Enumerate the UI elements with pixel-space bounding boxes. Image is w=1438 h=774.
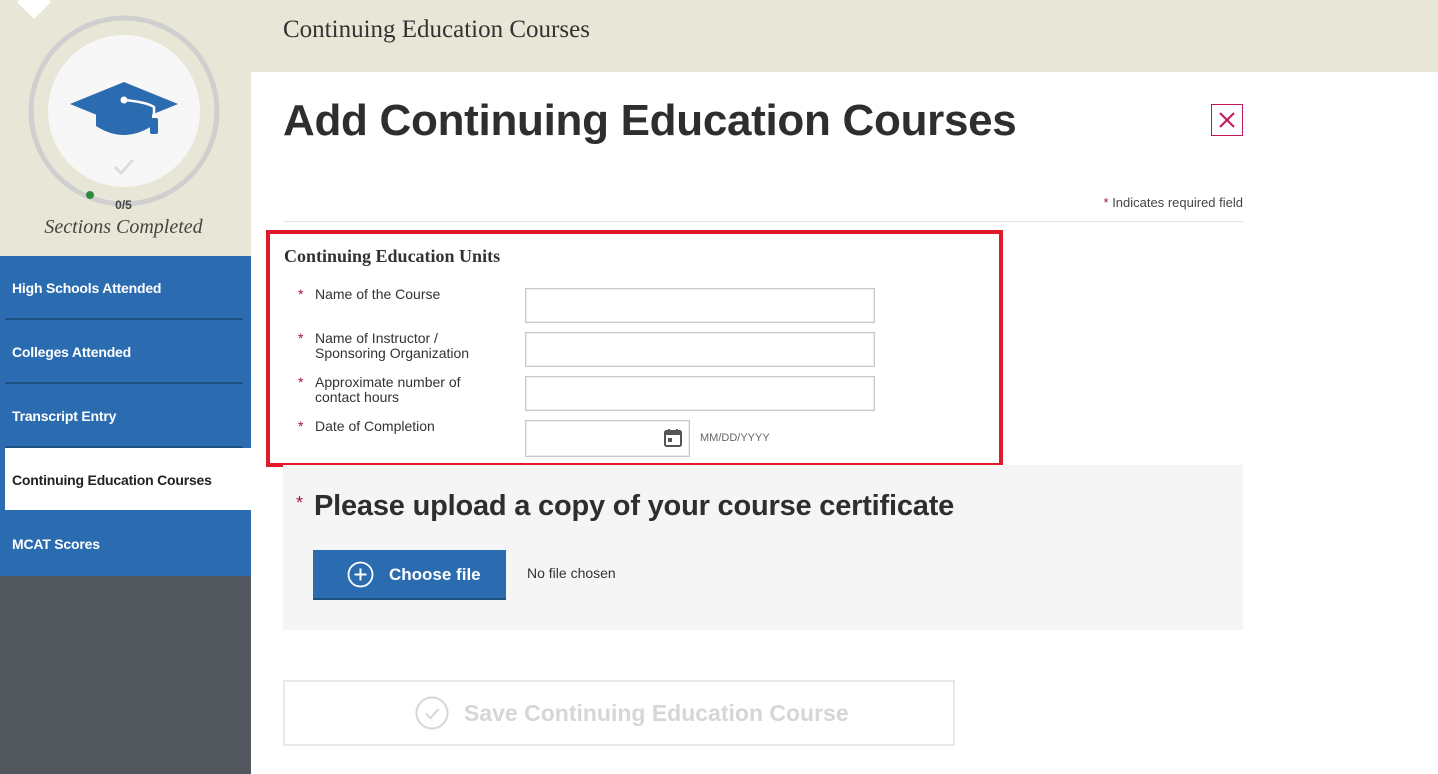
required-marker: * <box>296 493 304 513</box>
course-name-input[interactable] <box>525 288 875 323</box>
file-status: No file chosen <box>527 565 616 581</box>
sidebar-item-label: MCAT Scores <box>12 536 100 552</box>
page-title: Add Continuing Education Courses <box>283 96 1017 145</box>
completion-date-label: * Date of Completion <box>298 419 435 434</box>
required-marker: * <box>1103 195 1109 210</box>
progress-panel: 0/5 Sections Completed <box>0 0 251 256</box>
required-marker: * <box>298 330 304 346</box>
close-button[interactable] <box>1211 104 1243 136</box>
sidebar-item-label: Transcript Entry <box>12 408 117 424</box>
upload-title: Please upload a copy of your course cert… <box>314 490 955 522</box>
instructor-input[interactable] <box>525 332 875 367</box>
required-marker: * <box>298 418 304 434</box>
sidebar-item-colleges[interactable]: Colleges Attended <box>0 320 251 384</box>
progress-label: Sections Completed <box>44 216 203 238</box>
section-nav: High Schools Attended Colleges Attended … <box>0 256 251 576</box>
graduation-cap-icon <box>70 82 178 135</box>
required-marker: * <box>298 374 304 390</box>
label-text: Approximate number of contact hours <box>315 375 461 405</box>
check-circle-icon <box>415 696 449 730</box>
sidebar-item-high-schools[interactable]: High Schools Attended <box>0 256 251 320</box>
section-title: Continuing Education Units <box>284 246 501 266</box>
sidebar-item-mcat-scores[interactable]: MCAT Scores <box>0 512 251 576</box>
plus-circle-icon <box>347 561 374 588</box>
required-field-note: * Indicates required field <box>1104 195 1244 210</box>
sidebar: 0/5 Sections Completed High Schools Atte… <box>0 0 251 774</box>
label-line: Approximate number of <box>315 374 461 390</box>
save-button-label: Save Continuing Education Course <box>464 700 849 726</box>
label-line: contact hours <box>315 389 400 405</box>
choose-file-button[interactable]: Choose file <box>313 550 506 600</box>
course-name-label: * Name of the Course <box>298 287 440 302</box>
save-button[interactable]: Save Continuing Education Course <box>283 680 955 746</box>
sidebar-item-label: Continuing Education Courses <box>12 472 212 488</box>
sidebar-item-transcript-entry[interactable]: Transcript Entry <box>0 384 251 448</box>
close-icon <box>1219 112 1235 128</box>
section-heading: Continuing Education Courses <box>283 16 590 43</box>
choose-file-label: Choose file <box>389 565 481 584</box>
sidebar-item-label: High Schools Attended <box>12 280 162 296</box>
label-line: Name of Instructor / <box>315 330 438 346</box>
instructor-label: * Name of Instructor / Sponsoring Organiza… <box>298 331 469 361</box>
completion-date-field <box>525 420 690 457</box>
contact-hours-label: * Approximate number of contact hours <box>298 375 461 405</box>
calendar-icon[interactable] <box>663 428 683 448</box>
date-format-hint: MM/DD/YYYY <box>700 432 770 444</box>
sidebar-item-continuing-education[interactable]: Continuing Education Courses <box>0 448 251 512</box>
label-text: Name of the Course <box>315 286 441 302</box>
required-marker: * <box>298 286 304 302</box>
divider <box>283 221 1243 222</box>
progress-count: 0/5 <box>115 198 132 212</box>
contact-hours-input[interactable] <box>525 376 875 411</box>
sidebar-item-label: Colleges Attended <box>12 344 131 360</box>
label-text: Date of Completion <box>315 418 435 434</box>
label-text: Name of Instructor / Sponsoring Organizat… <box>315 331 469 361</box>
completion-date-input[interactable] <box>528 423 656 454</box>
required-note-text: Indicates required field <box>1112 195 1243 210</box>
label-line: Sponsoring Organization <box>315 345 470 361</box>
header-band: Continuing Education Courses <box>251 0 1438 72</box>
check-icon <box>113 158 135 176</box>
